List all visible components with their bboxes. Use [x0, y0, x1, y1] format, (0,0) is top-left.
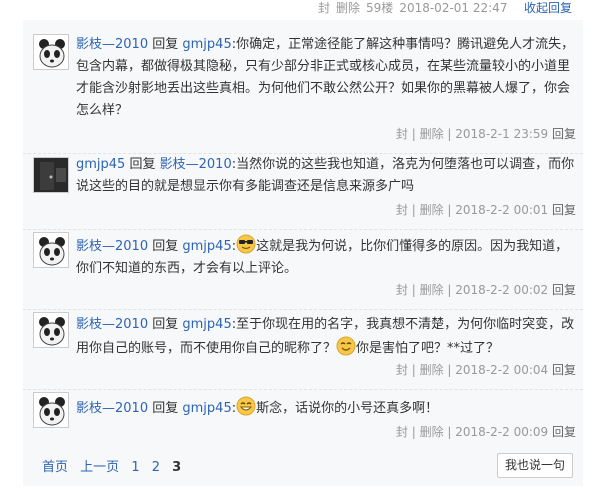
block-link[interactable]: 封	[396, 425, 408, 439]
reply-content: 影枝—2010 回复 gmjp45: 斯念，话说你的小号还真多啊！	[76, 396, 576, 420]
reply-target-user[interactable]: gmjp45	[182, 317, 231, 332]
page-link[interactable]: 1	[131, 460, 139, 475]
block-link[interactable]: 封	[396, 203, 408, 217]
page-link[interactable]: 2	[152, 460, 160, 475]
current-page: 3	[172, 460, 182, 475]
pagination: 首页 上一页 1 2 3	[42, 456, 181, 475]
reply-content: 影枝—2010 回复 gmjp45:你确定，正常途径能了解这种事情吗？腾讯避免人…	[76, 34, 576, 122]
block-link[interactable]: 封	[396, 127, 408, 141]
reply-button[interactable]: 回复	[552, 363, 576, 377]
reply-username[interactable]: 影枝—2010	[76, 37, 148, 52]
reply-footer: 封 | 删除 | 2018-2-2 00:02 回复	[395, 283, 576, 297]
delete-link[interactable]: 删除	[420, 203, 444, 217]
list-item: 影枝—2010 回复 gmjp45: 斯念，话说你的小号还真多啊！ 封 | 删除 …	[23, 390, 583, 444]
reply-content: 影枝—2010 回复 gmjp45: 这就是我为何说，比你们懂得多的原因。因为我知…	[76, 234, 576, 280]
reply-verb: 回复	[152, 317, 179, 332]
reply-time: 2018-2-2 00:02	[455, 283, 549, 297]
reply-footer: 封 | 删除 | 2018-2-2 00:09 回复	[395, 425, 576, 439]
reply-button[interactable]: 回复	[552, 283, 576, 297]
reply-username[interactable]: 影枝—2010	[76, 317, 148, 332]
reply-content: 影枝—2010 回复 gmjp45:至于你现在用的名字，我真想不清楚，为何你临时…	[76, 314, 576, 360]
reply-button[interactable]: 回复	[552, 425, 576, 439]
reply-username[interactable]: 影枝—2010	[76, 239, 148, 254]
list-item: 影枝—2010 回复 gmjp45:你确定，正常途径能了解这种事情吗？腾讯避免人…	[23, 20, 583, 154]
list-item: gmjp45 回复 影枝—2010:当然你说的这些我也知道，洛克为何堕落也可以调…	[23, 154, 583, 230]
reply-username[interactable]: 影枝—2010	[76, 401, 148, 416]
reply-footer: 封 | 删除 | 2018-2-2 00:01 回复	[395, 203, 576, 217]
floor-timestamp: 2018-02-01 22:47	[399, 1, 508, 15]
grin-emoji-icon	[236, 396, 256, 416]
reply-text-continued: 这就是我为何说，比你们懂得多的原因。因为我知道，你们不知道的东西，才会有以上评论…	[76, 239, 569, 276]
floor-meta: 封删除 59楼 2018-02-01 22:47	[318, 0, 513, 16]
reply-target-user[interactable]: 影枝—2010	[160, 157, 232, 172]
delete-link[interactable]: 删除	[420, 363, 444, 377]
list-item: 影枝—2010 回复 gmjp45: 这就是我为何说，比你们懂得多的原因。因为我知…	[23, 230, 583, 310]
reply-text: :至于你现在用的名字，我真想不清楚，为何你临时突变，改用你自己的账号，而不使用你…	[76, 317, 575, 356]
smile-emoji-icon	[336, 336, 356, 356]
reply-time: 2018-2-2 00:01	[455, 203, 549, 217]
reply-verb: 回复	[152, 239, 179, 254]
block-link[interactable]: 封	[318, 1, 330, 15]
list-item: 影枝—2010 回复 gmjp45:至于你现在用的名字，我真想不清楚，为何你临时…	[23, 310, 583, 390]
panda-avatar-icon[interactable]	[33, 392, 69, 428]
reply-target-user[interactable]: gmjp45	[182, 37, 231, 52]
reply-username[interactable]: gmjp45	[76, 157, 125, 172]
panda-avatar-icon[interactable]	[33, 312, 69, 348]
reply-verb: 回复	[152, 401, 179, 416]
reply-time: 2018-2-1 23:59	[455, 127, 549, 141]
floor-meta-bar: 封删除 59楼 2018-02-01 22:47 收起回复	[0, 0, 594, 16]
reply-content: gmjp45 回复 影枝—2010:当然你说的这些我也知道，洛克为何堕落也可以调…	[76, 154, 576, 198]
reply-target-user[interactable]: gmjp45	[182, 401, 231, 416]
reply-footer: 封 | 删除 | 2018-2-2 00:04 回复	[395, 363, 576, 377]
first-page-link[interactable]: 首页	[42, 460, 68, 475]
block-link[interactable]: 封	[396, 283, 408, 297]
floor-number: 59楼	[366, 1, 394, 15]
dark-room-avatar-icon[interactable]	[33, 157, 69, 193]
reply-target-user[interactable]: gmjp45	[182, 239, 231, 254]
reply-text-continued: 你是害怕了吧？**过了？	[356, 341, 500, 356]
delete-link[interactable]: 删除	[420, 425, 444, 439]
delete-link[interactable]: 删除	[420, 283, 444, 297]
delete-link[interactable]: 删除	[420, 127, 444, 141]
sunglasses-emoji-icon	[236, 234, 256, 254]
reply-button[interactable]: 回复	[552, 203, 576, 217]
reply-text: :你确定，正常途径能了解这种事情吗？腾讯避免人才流失，包含内幕，都做得极其隐秘，…	[76, 37, 575, 118]
reply-verb: 回复	[129, 157, 156, 172]
reply-time: 2018-2-2 00:09	[455, 425, 549, 439]
reply-verb: 回复	[152, 37, 179, 52]
collapse-replies-link[interactable]: 收起回复	[524, 0, 572, 16]
reply-panel: 影枝—2010 回复 gmjp45:你确定，正常途径能了解这种事情吗？腾讯避免人…	[23, 20, 583, 486]
panda-avatar-icon[interactable]	[33, 232, 69, 268]
block-link[interactable]: 封	[396, 363, 408, 377]
reply-time: 2018-2-2 00:04	[455, 363, 549, 377]
say-something-button[interactable]: 我也说一句	[497, 453, 573, 478]
reply-footer: 封 | 删除 | 2018-2-1 23:59 回复	[395, 127, 576, 141]
panda-avatar-icon[interactable]	[33, 34, 69, 70]
prev-page-link[interactable]: 上一页	[80, 460, 119, 475]
reply-button[interactable]: 回复	[552, 127, 576, 141]
reply-text-continued: 斯念，话说你的小号还真多啊！	[256, 401, 439, 416]
delete-link[interactable]: 删除	[336, 1, 360, 15]
